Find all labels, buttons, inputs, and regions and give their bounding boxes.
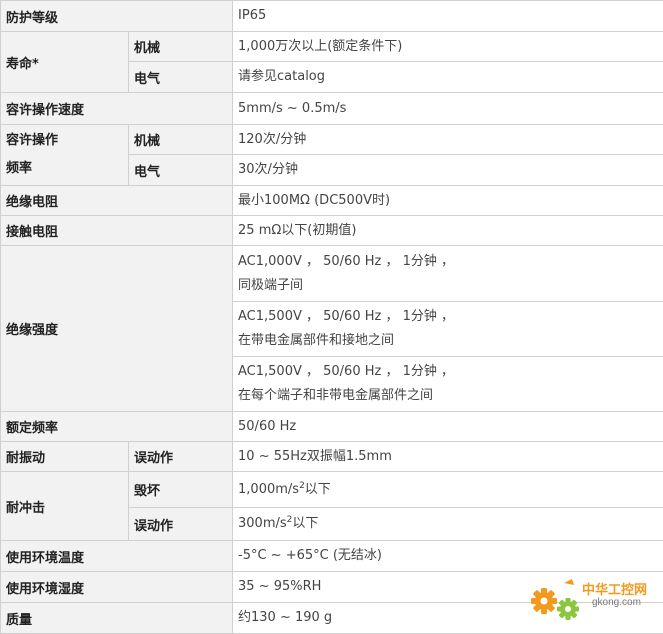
watermark-url: gkong.com bbox=[592, 597, 641, 608]
value-line: AC1,500V ， 50/60 Hz ， 1分钟 ， bbox=[238, 360, 658, 384]
value-main: 1,000m/s bbox=[238, 482, 299, 497]
row-label: 容许操作 频率 bbox=[1, 125, 129, 186]
row-sublabel: 机械 bbox=[129, 125, 233, 155]
row-label: 使用环境湿度 bbox=[1, 572, 233, 603]
row-sublabel: 毁坏 bbox=[129, 472, 233, 508]
row-value: 请参见catalog bbox=[233, 62, 663, 93]
row-label: 耐振动 bbox=[1, 442, 129, 472]
row-label: 绝缘强度 bbox=[1, 246, 233, 412]
row-sublabel: 误动作 bbox=[129, 442, 233, 472]
row-value: 最小100MΩ (DC500V时) bbox=[233, 186, 663, 216]
row-value: 50/60 Hz bbox=[233, 412, 663, 442]
row-value: AC1,000V ， 50/60 Hz ， 1分钟 ， 同极端子间 bbox=[233, 246, 663, 302]
table-row: 绝缘电阻 最小100MΩ (DC500V时) bbox=[1, 186, 663, 216]
table-row: 使用环境温度 -5°C ~ +65°C (无结冰) bbox=[1, 541, 663, 572]
value-line: 在带电金属部件和接地之间 bbox=[238, 329, 658, 353]
table-row: 额定频率 50/60 Hz bbox=[1, 412, 663, 442]
label-line: 容许操作 bbox=[6, 127, 123, 155]
row-label: 寿命* bbox=[1, 32, 129, 93]
table-row: 接触电阻 25 mΩ以下(初期值) bbox=[1, 216, 663, 246]
table-row: 寿命* 机械 1,000万次以上(额定条件下) bbox=[1, 32, 663, 62]
row-value: 300m/s2以下 bbox=[233, 508, 663, 541]
row-value: 10 ~ 55Hz双振幅1.5mm bbox=[233, 442, 663, 472]
table-row: 耐振动 误动作 10 ~ 55Hz双振幅1.5mm bbox=[1, 442, 663, 472]
row-label: 接触电阻 bbox=[1, 216, 233, 246]
table-row: 防护等级 IP65 bbox=[1, 1, 663, 32]
value-line: AC1,500V ， 50/60 Hz ， 1分钟 ， bbox=[238, 305, 658, 329]
row-label: 使用环境温度 bbox=[1, 541, 233, 572]
table-row: 容许操作速度 5mm/s ~ 0.5m/s bbox=[1, 93, 663, 125]
row-value: -5°C ~ +65°C (无结冰) bbox=[233, 541, 663, 572]
value-line: 在每个端子和非带电金属部件之间 bbox=[238, 384, 658, 408]
row-sublabel: 电气 bbox=[129, 62, 233, 93]
watermark-logo: 中华工控网 gkong.com bbox=[528, 575, 660, 627]
row-label: 耐冲击 bbox=[1, 472, 129, 541]
row-value: IP65 bbox=[233, 1, 663, 32]
table-row: 容许操作 频率 机械 120次/分钟 bbox=[1, 125, 663, 155]
row-value: AC1,500V ， 50/60 Hz ， 1分钟 ， 在每个端子和非带电金属部… bbox=[233, 357, 663, 412]
row-sublabel: 电气 bbox=[129, 155, 233, 186]
table-row: 耐冲击 毁坏 1,000m/s2以下 bbox=[1, 472, 663, 508]
row-sublabel: 误动作 bbox=[129, 508, 233, 541]
row-value: 1,000m/s2以下 bbox=[233, 472, 663, 508]
row-label: 防护等级 bbox=[1, 1, 233, 32]
value-suffix: 以下 bbox=[305, 482, 331, 497]
label-line: 频率 bbox=[6, 155, 123, 183]
row-value: 5mm/s ~ 0.5m/s bbox=[233, 93, 663, 125]
spec-table: 防护等级 IP65 寿命* 机械 1,000万次以上(额定条件下) 电气 请参见… bbox=[0, 0, 663, 634]
row-value: 120次/分钟 bbox=[233, 125, 663, 155]
row-value: 1,000万次以上(额定条件下) bbox=[233, 32, 663, 62]
row-label: 绝缘电阻 bbox=[1, 186, 233, 216]
row-value: 25 mΩ以下(初期值) bbox=[233, 216, 663, 246]
row-value: AC1,500V ， 50/60 Hz ， 1分钟 ， 在带电金属部件和接地之间 bbox=[233, 302, 663, 357]
table-row: 绝缘强度 AC1,000V ， 50/60 Hz ， 1分钟 ， 同极端子间 bbox=[1, 246, 663, 302]
row-label: 质量 bbox=[1, 603, 233, 634]
row-label: 额定频率 bbox=[1, 412, 233, 442]
watermark-brand: 中华工控网 bbox=[582, 579, 647, 598]
value-line: AC1,000V ， 50/60 Hz ， 1分钟 ， bbox=[238, 250, 658, 274]
row-label: 容许操作速度 bbox=[1, 93, 233, 125]
value-suffix: 以下 bbox=[292, 516, 318, 531]
row-sublabel: 机械 bbox=[129, 32, 233, 62]
value-main: 300m/s bbox=[238, 516, 287, 531]
gear-icon bbox=[528, 577, 588, 621]
row-value: 30次/分钟 bbox=[233, 155, 663, 186]
value-line: 同极端子间 bbox=[238, 274, 658, 298]
